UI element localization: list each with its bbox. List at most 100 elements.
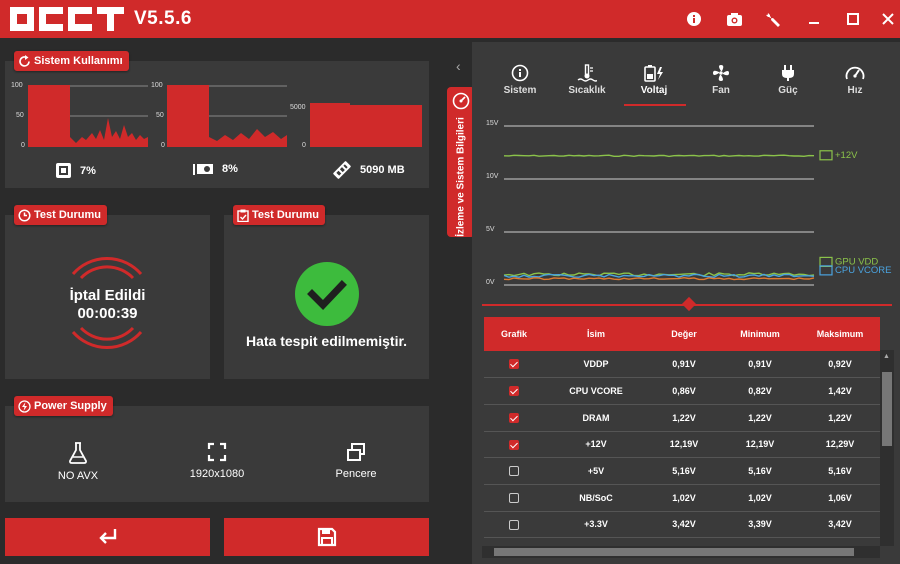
power-icon — [18, 399, 31, 413]
ram-axis-max: 5000 — [290, 104, 306, 111]
table-row[interactable]: +5V 5,16V 5,16V 5,16V — [484, 458, 880, 485]
voltage-chart: 15V10V5V0V+12VGPU VDDCPU VCORE — [486, 120, 891, 286]
title-bar: V5.5.6 — [0, 0, 900, 38]
monitoring-panel: Sistem Sıcaklık Voltaj Fan Güç Hız 15V 10… — [472, 42, 900, 564]
cpu-usage-stat: 7% — [55, 162, 96, 179]
col-header-grafik[interactable]: Grafik — [484, 317, 544, 351]
test-elapsed-time: 00:00:39 — [77, 305, 138, 322]
graph-checkbox[interactable] — [509, 439, 519, 450]
table-row[interactable]: +12V 12,19V 12,19V 12,29V — [484, 431, 880, 458]
series-line-other — [503, 276, 815, 281]
legend-label-cpu-vcore: CPU VCORE — [835, 265, 891, 276]
vertical-scrollbar[interactable]: ▲ — [880, 350, 894, 546]
system-usage-panel: 100 50 0 100 50 0 5000 0 7% 8% 5090 MB — [5, 61, 429, 188]
cpu-axis-max: 100 — [11, 82, 23, 89]
save-icon — [317, 527, 336, 547]
graph-toggle-cell — [484, 511, 544, 538]
horizontal-scrollbar[interactable] — [482, 546, 880, 558]
gpu-usage-graph — [167, 85, 287, 147]
graph-toggle-cell — [484, 431, 544, 458]
settings-button[interactable] — [762, 8, 784, 30]
system-usage-title: Sistem Kullanımı — [34, 55, 123, 67]
cell-name: +5V — [587, 466, 605, 477]
cell-min: 0,91V — [748, 359, 772, 370]
sensor-table: Grafik İsim Değer Minimum Maksimum VDDP 0… — [484, 317, 880, 538]
cell-min: 1,02V — [748, 492, 772, 503]
col-header-maksimum[interactable]: Maksimum — [800, 317, 880, 351]
cell-value: 1,22V — [672, 412, 696, 423]
minimize-icon — [809, 22, 819, 24]
collapse-panel-arrow[interactable]: ‹ — [456, 58, 461, 74]
col-header-deger[interactable]: Değer — [648, 317, 720, 351]
graph-checkbox[interactable] — [509, 386, 519, 397]
info-button[interactable] — [683, 8, 705, 30]
refresh-icon — [19, 54, 30, 67]
gpu-icon — [193, 164, 213, 175]
gpu-axis-mid: 50 — [156, 112, 164, 119]
cell-max: 3,42V — [828, 519, 852, 530]
test-status-label-left: Test Durumu — [14, 205, 108, 225]
table-row[interactable]: CPU VCORE 0,86V 0,82V 1,42V — [484, 378, 880, 405]
screenshot-button[interactable] — [723, 8, 745, 30]
graph-toggle-cell — [484, 484, 544, 511]
horizontal-scroll-thumb[interactable] — [494, 548, 854, 556]
legend-label-12v-swatch — [819, 150, 833, 161]
ram-usage-stat: 5090 MB — [332, 160, 405, 180]
ram-usage-graph — [310, 103, 422, 147]
y-tick-label: 15V — [486, 120, 499, 127]
test-status-panel-right: Hata tespit edilmemiştir. — [224, 215, 429, 379]
fullscreen-icon — [207, 442, 227, 462]
graph-checkbox[interactable] — [509, 413, 519, 424]
test-status-panel-left: İptal Edildi 00:00:39 — [5, 215, 210, 379]
col-header-minimum[interactable]: Minimum — [720, 317, 800, 351]
col-header-isim[interactable]: İsim — [544, 317, 648, 351]
app-version: V5.5.6 — [134, 8, 192, 29]
graph-checkbox[interactable] — [509, 466, 519, 477]
cell-name: NB/SoC — [579, 492, 613, 503]
power-supply-label: Power Supply — [14, 396, 113, 416]
side-tab-label: İzleme ve Sistem Bilgileri — [455, 117, 467, 237]
cell-min: 5,16V — [748, 466, 772, 477]
vertical-scroll-thumb[interactable] — [882, 372, 892, 446]
cell-max: 1,22V — [828, 412, 852, 423]
graph-checkbox[interactable] — [509, 493, 519, 504]
cpu-usage-value: 7% — [80, 164, 96, 177]
maximize-button[interactable] — [842, 8, 864, 30]
test-status-text: İptal Edildi — [69, 287, 146, 304]
cell-value: 1,02V — [672, 492, 696, 503]
table-row[interactable]: DRAM 1,22V 1,22V 1,22V — [484, 404, 880, 432]
cell-name: +12V — [585, 439, 607, 450]
monitoring-side-tab[interactable]: İzleme ve Sistem Bilgileri — [447, 87, 475, 237]
graph-checkbox[interactable] — [509, 519, 519, 530]
clock-icon — [18, 208, 31, 222]
y-tick-label: 0V — [486, 279, 495, 286]
table-row[interactable]: +3.3V 3,42V 3,39V 3,42V — [484, 511, 880, 538]
clipboard-check-icon — [237, 209, 249, 222]
window-mode-label: Pencere — [335, 468, 377, 480]
graph-toggle-cell — [484, 351, 544, 378]
cell-min: 0,82V — [748, 386, 772, 397]
info-icon — [687, 12, 701, 26]
scroll-up-arrow[interactable]: ▲ — [883, 353, 890, 360]
gpu-axis-max: 100 — [151, 82, 163, 89]
save-button[interactable] — [224, 518, 429, 556]
graph-checkbox[interactable] — [509, 359, 519, 370]
return-button[interactable] — [5, 518, 210, 556]
cell-max: 1,42V — [828, 386, 852, 397]
gauge-icon — [452, 92, 470, 110]
cell-max: 0,92V — [828, 359, 852, 370]
cpu-usage-graph — [28, 85, 148, 147]
close-button[interactable] — [877, 8, 899, 30]
test-result-message: Hata tespit edilmemiştir. — [245, 333, 408, 349]
test-status-title-right: Test Durumu — [252, 209, 320, 221]
table-row[interactable]: NB/SoC 1,02V 1,02V 1,06V — [484, 484, 880, 512]
avx-mode-label: NO AVX — [57, 470, 99, 482]
cell-min: 12,19V — [745, 439, 775, 450]
legend-label-cpu-vcore-swatch — [819, 265, 833, 276]
table-row[interactable]: VDDP 0,91V 0,91V 0,92V — [484, 351, 880, 378]
cell-max: 12,29V — [825, 439, 855, 450]
avx-mode-item: NO AVX — [18, 442, 138, 482]
cell-min: 1,22V — [748, 412, 772, 423]
minimize-button[interactable] — [803, 8, 825, 30]
system-usage-label: Sistem Kullanımı — [14, 51, 129, 71]
